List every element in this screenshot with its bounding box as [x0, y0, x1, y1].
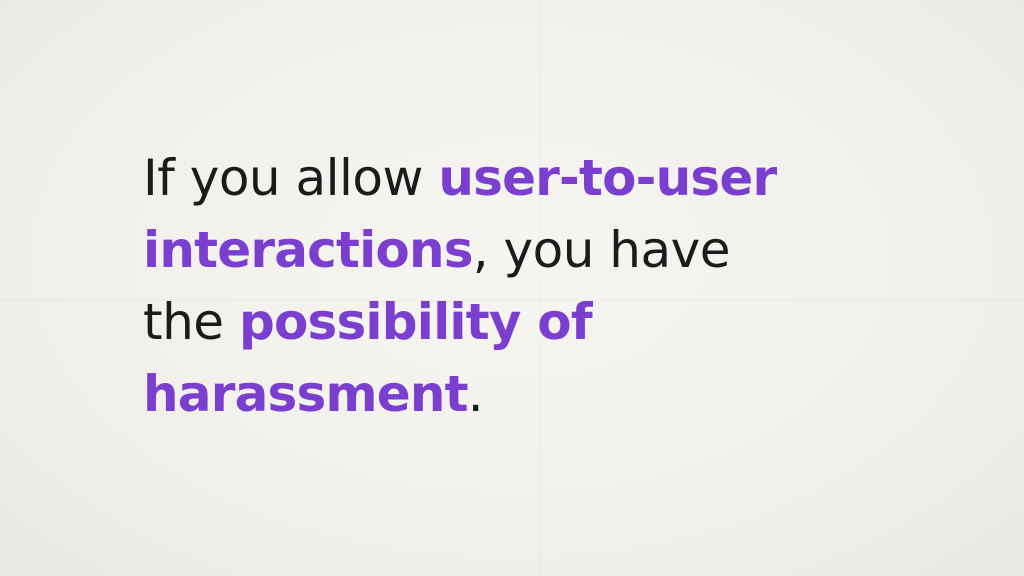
plain-text: If you allow: [143, 149, 439, 207]
plain-text: , you have: [472, 221, 731, 279]
statement-line-2: interactions, you have: [143, 214, 903, 286]
plain-text: .: [467, 365, 484, 423]
highlight-text: interactions: [143, 221, 474, 279]
statement-line-4: harassment.: [143, 358, 903, 430]
highlight-text: possibility of: [238, 293, 593, 351]
statement-line-1: If you allow user-to-user: [143, 142, 903, 214]
highlight-text: user-to-user: [438, 149, 777, 207]
statement-line-3: the possibility of: [143, 286, 903, 358]
plain-text: the: [143, 293, 239, 351]
slide-statement: If you allow user-to-user interactions, …: [143, 142, 903, 430]
highlight-text: harassment: [143, 365, 469, 423]
